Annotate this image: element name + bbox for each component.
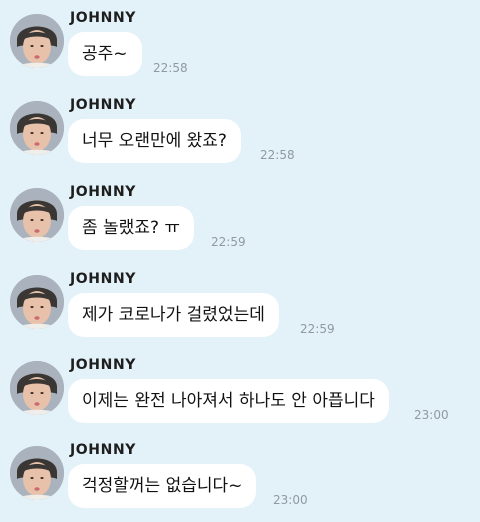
message-bubble[interactable]: 공주~ — [68, 32, 142, 76]
message-row: JOHNNY 좀 놀랬죠? ㅠ 22:59 — [0, 184, 480, 264]
message-bubble[interactable]: 이제는 완전 나아져서 하나도 안 아픕니다 — [68, 379, 389, 423]
message-timestamp: 23:00 — [273, 493, 308, 507]
chat-message-list: JOHNNY 공주~ 22:58 JOHNNY 너무 오랜만에 왔죠? 22:5… — [0, 0, 480, 522]
message-row: JOHNNY 이제는 완전 나아져서 하나도 안 아픕니다 23:00 — [0, 357, 480, 437]
profile-photo-icon[interactable] — [10, 361, 64, 415]
message-timestamp: 23:00 — [414, 408, 449, 422]
profile-photo-icon[interactable] — [10, 101, 64, 155]
message-timestamp: 22:58 — [260, 148, 295, 162]
message-timestamp: 22:59 — [211, 235, 246, 249]
message-row: JOHNNY 너무 오랜만에 왔죠? 22:58 — [0, 97, 480, 177]
sender-name: JOHNNY — [70, 442, 136, 458]
profile-photo-icon[interactable] — [10, 275, 64, 329]
message-bubble[interactable]: 좀 놀랬죠? ㅠ — [68, 206, 195, 250]
message-timestamp: 22:58 — [153, 61, 188, 75]
sender-name: JOHNNY — [70, 271, 136, 287]
message-bubble[interactable]: 너무 오랜만에 왔죠? — [68, 119, 241, 163]
profile-photo-icon[interactable] — [10, 14, 64, 68]
sender-name: JOHNNY — [70, 184, 136, 200]
message-bubble[interactable]: 제가 코로나가 걸렸었는데 — [68, 293, 279, 337]
profile-photo-icon[interactable] — [10, 188, 64, 242]
sender-name: JOHNNY — [70, 97, 136, 113]
message-timestamp: 22:59 — [300, 322, 335, 336]
message-row: JOHNNY 공주~ 22:58 — [0, 10, 480, 90]
sender-name: JOHNNY — [70, 10, 136, 26]
message-bubble[interactable]: 걱정할꺼는 없습니다~ — [68, 464, 257, 508]
sender-name: JOHNNY — [70, 357, 136, 373]
message-row: JOHNNY 걱정할꺼는 없습니다~ 23:00 — [0, 442, 480, 522]
profile-photo-icon[interactable] — [10, 446, 64, 500]
message-row: JOHNNY 제가 코로나가 걸렸었는데 22:59 — [0, 271, 480, 351]
